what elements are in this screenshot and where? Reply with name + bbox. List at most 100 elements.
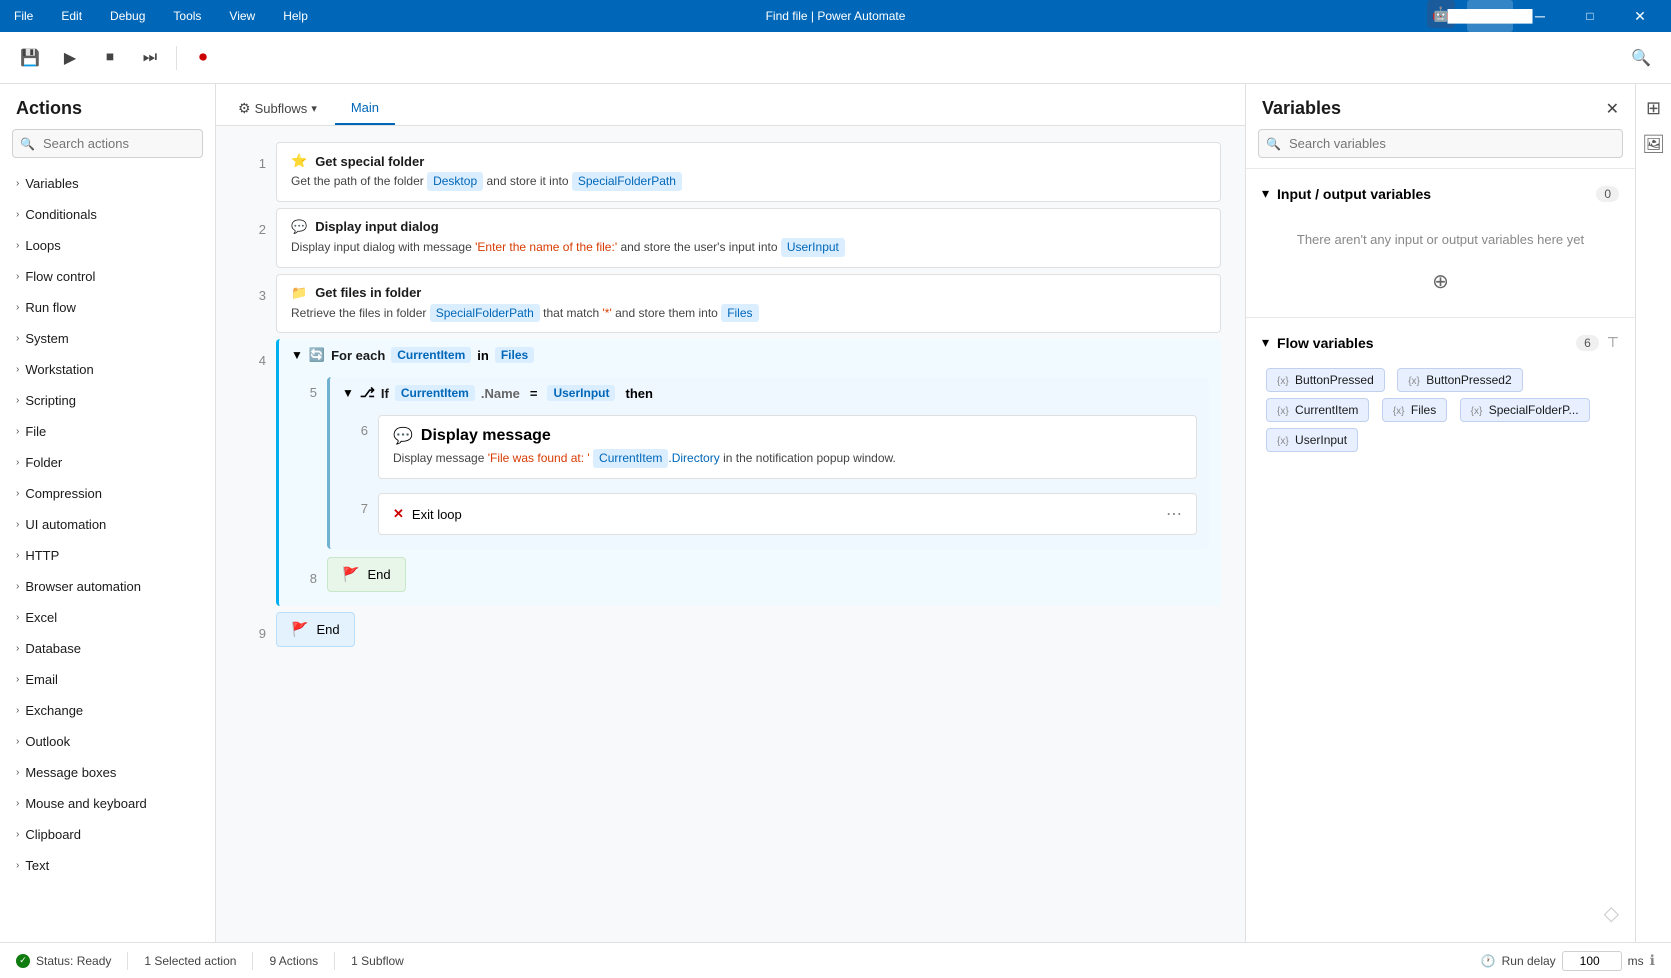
step-card-7[interactable]: ✕ Exit loop ⋯ xyxy=(378,493,1197,535)
close-button[interactable]: ✕ xyxy=(1617,0,1663,32)
foreach-block[interactable]: ▼ 🔄 For each CurrentItem in Files 5 xyxy=(276,339,1221,606)
chevron-right-icon: › xyxy=(16,860,19,871)
dialog-icon: 💬 xyxy=(291,219,307,235)
images-side-button[interactable]: 🖼 xyxy=(1638,128,1670,160)
action-item-scripting[interactable]: › Scripting xyxy=(0,385,215,416)
chevron-right-icon: › xyxy=(16,488,19,499)
variables-search-box: 🔍 xyxy=(1258,129,1623,158)
step-card-6[interactable]: 💬 Display message Display message 'File … xyxy=(378,415,1197,479)
menu-tools[interactable]: Tools xyxy=(167,5,207,27)
maximize-button[interactable]: □ xyxy=(1567,0,1613,32)
action-item-database[interactable]: › Database xyxy=(0,633,215,664)
menu-edit[interactable]: Edit xyxy=(55,5,88,27)
tab-main[interactable]: Main xyxy=(335,92,395,125)
variables-side-button[interactable]: ⊞ xyxy=(1638,92,1670,124)
action-item-loops[interactable]: › Loops xyxy=(0,230,215,261)
action-item-http[interactable]: › HTTP xyxy=(0,540,215,571)
flow-section-header[interactable]: ▾ Flow variables 6 ⊤ xyxy=(1246,328,1635,357)
action-item-compression[interactable]: › Compression xyxy=(0,478,215,509)
step-number-7: 7 xyxy=(342,487,378,516)
toolbar-separator xyxy=(176,46,177,70)
add-variable-button[interactable]: ⊕ xyxy=(1427,267,1455,295)
var-chip-userinput[interactable]: {x} UserInput xyxy=(1266,428,1358,452)
step-card-1[interactable]: ⭐ Get special folder Get the path of the… xyxy=(276,142,1221,202)
action-item-file[interactable]: › File xyxy=(0,416,215,447)
chevron-right-icon: › xyxy=(16,240,19,251)
search-button[interactable]: 🔍 xyxy=(1623,40,1659,76)
menu-debug[interactable]: Debug xyxy=(104,5,151,27)
subflows-button[interactable]: ⚙ Subflows ▾ xyxy=(228,92,327,125)
var-chip-buttonpressed[interactable]: {x} ButtonPressed xyxy=(1266,368,1385,392)
action-item-outlook[interactable]: › Outlook xyxy=(0,726,215,757)
step-card-8[interactable]: 🚩 End xyxy=(327,557,406,592)
step-2-title: 💬 Display input dialog xyxy=(291,219,1206,235)
action-item-conditionals[interactable]: › Conditionals xyxy=(0,199,215,230)
if-block[interactable]: ▼ ⎇ If CurrentItem .Name = UserInput the… xyxy=(327,377,1209,549)
step-number-8: 8 xyxy=(291,557,327,586)
action-item-run-flow[interactable]: › Run flow xyxy=(0,292,215,323)
action-item-clipboard[interactable]: › Clipboard xyxy=(0,819,215,850)
no-vars-text: There aren't any input or output variabl… xyxy=(1262,216,1619,263)
menu-view[interactable]: View xyxy=(223,5,261,27)
action-item-excel[interactable]: › Excel xyxy=(0,602,215,633)
total-actions-count: 9 Actions xyxy=(269,954,318,968)
chevron-right-icon: › xyxy=(16,271,19,282)
var-chip-buttonpressed2[interactable]: {x} ButtonPressed2 xyxy=(1397,368,1522,392)
if-collapse-icon[interactable]: ▼ xyxy=(342,386,354,400)
action-item-workstation[interactable]: › Workstation xyxy=(0,354,215,385)
menu-help[interactable]: Help xyxy=(277,5,314,27)
run-button[interactable]: ▶ xyxy=(52,40,88,76)
stop-button[interactable]: ⏹ xyxy=(92,40,128,76)
run-delay-input[interactable] xyxy=(1562,951,1622,971)
enter-name-str: 'Enter the name of the file:' xyxy=(475,239,617,256)
record-button[interactable]: ⏺ xyxy=(185,40,221,76)
more-options-icon[interactable]: ⋯ xyxy=(1166,504,1182,524)
io-chevron-icon: ▾ xyxy=(1262,185,1269,202)
folder-icon: 📁 xyxy=(291,285,307,301)
action-item-exchange[interactable]: › Exchange xyxy=(0,695,215,726)
menu-file[interactable]: File xyxy=(8,5,39,27)
actions-search-icon: 🔍 xyxy=(20,137,35,151)
action-item-mouse-keyboard[interactable]: › Mouse and keyboard xyxy=(0,788,215,819)
action-item-browser-automation[interactable]: › Browser automation xyxy=(0,571,215,602)
run-delay-label: Run delay xyxy=(1502,954,1556,968)
minimize-button[interactable]: ─ xyxy=(1517,0,1563,32)
io-section-header[interactable]: ▾ Input / output variables 0 xyxy=(1246,179,1635,208)
status-label: Status: Ready xyxy=(36,954,111,968)
filter-icon[interactable]: ⊤ xyxy=(1607,334,1619,351)
actions-search-input[interactable] xyxy=(12,129,203,158)
action-item-ui-automation[interactable]: › UI automation xyxy=(0,509,215,540)
var-chip-currentitem[interactable]: {x} CurrentItem xyxy=(1266,398,1369,422)
var-chip-specialfolderpath[interactable]: {x} SpecialFolderP... xyxy=(1460,398,1590,422)
step-3-title: 📁 Get files in folder xyxy=(291,285,1206,301)
action-item-folder[interactable]: › Folder xyxy=(0,447,215,478)
action-item-email[interactable]: › Email xyxy=(0,664,215,695)
step-number-2: 2 xyxy=(240,208,276,237)
action-item-message-boxes[interactable]: › Message boxes xyxy=(0,757,215,788)
variables-search-input[interactable] xyxy=(1258,129,1623,158)
save-button[interactable]: 💾 xyxy=(12,40,48,76)
chevron-right-icon: › xyxy=(16,612,19,623)
step-card-3[interactable]: 📁 Get files in folder Retrieve the files… xyxy=(276,274,1221,334)
step-button[interactable]: ⏭ xyxy=(132,40,168,76)
action-item-variables[interactable]: › Variables xyxy=(0,168,215,199)
step-number-9: 9 xyxy=(240,612,276,641)
chevron-right-icon: › xyxy=(16,705,19,716)
step-1-desc: Get the path of the folder Desktop and s… xyxy=(291,172,1206,191)
var-chip-files[interactable]: {x} Files xyxy=(1382,398,1447,422)
variables-close-button[interactable]: ✕ xyxy=(1606,99,1619,119)
chevron-right-icon: › xyxy=(16,674,19,685)
action-item-text[interactable]: › Text xyxy=(0,850,215,881)
step-card-9[interactable]: 🚩 End xyxy=(276,612,355,647)
chevron-right-icon: › xyxy=(16,829,19,840)
if-keyword: If xyxy=(381,386,389,401)
canvas-content: 1 ⭐ Get special folder Get the path of t… xyxy=(216,126,1245,942)
step-card-2[interactable]: 💬 Display input dialog Display input dia… xyxy=(276,208,1221,268)
specialfolderpath-chip-3: SpecialFolderPath xyxy=(430,304,540,323)
action-item-system[interactable]: › System xyxy=(0,323,215,354)
collapse-icon[interactable]: ▼ xyxy=(291,348,303,362)
action-item-flow-control[interactable]: › Flow control xyxy=(0,261,215,292)
chevron-right-icon: › xyxy=(16,581,19,592)
step-6-title: 💬 Display message xyxy=(393,426,1182,446)
flow-row-2: 2 💬 Display input dialog Display input d… xyxy=(240,208,1221,268)
